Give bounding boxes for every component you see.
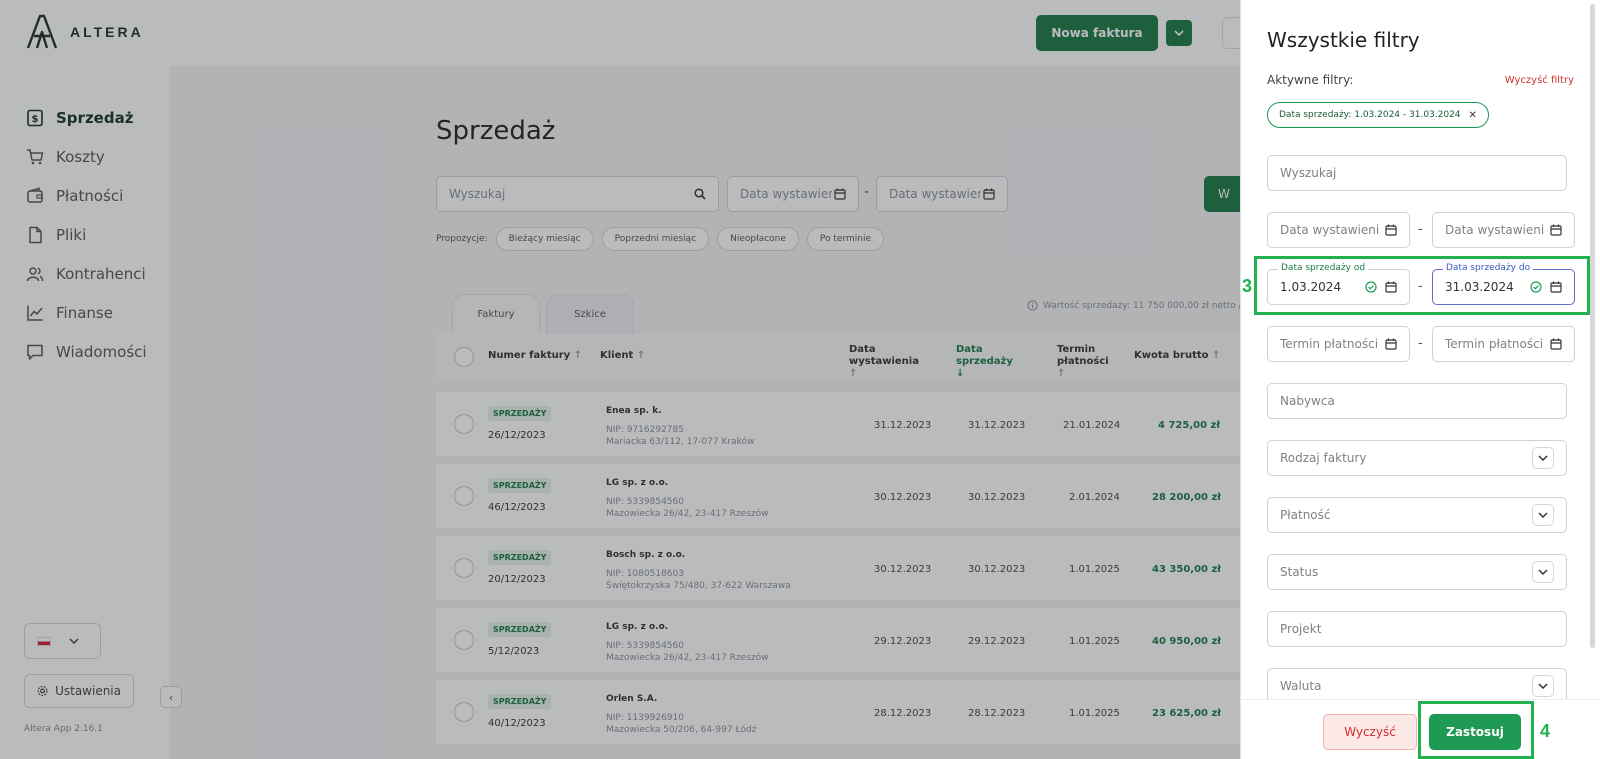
panel-scrollbar[interactable] bbox=[1590, 4, 1595, 648]
range-separator: - bbox=[1418, 222, 1423, 237]
filter-search-input[interactable]: Wyszukaj bbox=[1267, 155, 1567, 191]
placeholder: Rodzaj faktury bbox=[1280, 451, 1367, 465]
placeholder: Termin płatności do bbox=[1445, 337, 1545, 351]
calendar-icon bbox=[1550, 224, 1562, 236]
filter-payment-select[interactable]: Płatność bbox=[1267, 497, 1567, 533]
range-separator: - bbox=[1418, 336, 1423, 351]
chevron-down-icon bbox=[1532, 504, 1554, 526]
chevron-down-icon bbox=[1532, 561, 1554, 583]
filter-project-input[interactable]: Projekt bbox=[1267, 611, 1567, 647]
annotation-box-step-4 bbox=[1418, 701, 1534, 759]
calendar-icon bbox=[1385, 338, 1397, 350]
placeholder: Projekt bbox=[1280, 622, 1322, 636]
annotation-box-step-3 bbox=[1254, 256, 1590, 315]
placeholder: Data wystawienia bbox=[1280, 223, 1380, 237]
filter-status-select[interactable]: Status bbox=[1267, 554, 1567, 590]
placeholder: Nabywca bbox=[1280, 394, 1335, 408]
active-filters-label: Aktywne filtry: bbox=[1267, 73, 1354, 87]
placeholder: Waluta bbox=[1280, 679, 1322, 693]
annotation-step-4: 4 bbox=[1540, 721, 1551, 741]
placeholder: Płatność bbox=[1280, 508, 1331, 522]
placeholder: Status bbox=[1280, 565, 1319, 579]
placeholder: Data wystawienia bbox=[1445, 223, 1545, 237]
placeholder: Termin płatności od bbox=[1280, 337, 1380, 351]
close-icon[interactable]: ✕ bbox=[1469, 110, 1477, 121]
chevron-down-icon bbox=[1532, 447, 1554, 469]
chevron-down-icon bbox=[1532, 675, 1554, 697]
filter-due-date-to[interactable]: Termin płatności do bbox=[1432, 326, 1575, 362]
annotation-step-3: 3 bbox=[1242, 276, 1253, 296]
clear-button[interactable]: Wyczyść bbox=[1323, 714, 1417, 750]
filter-buyer-input[interactable]: Nabywca bbox=[1267, 383, 1567, 419]
calendar-icon bbox=[1550, 338, 1562, 350]
filter-issue-date-to[interactable]: Data wystawienia bbox=[1432, 212, 1575, 248]
active-filter-text: Data sprzedaży: 1.03.2024 - 31.03.2024 bbox=[1279, 110, 1461, 120]
modal-backdrop[interactable] bbox=[0, 0, 1240, 759]
filter-search-placeholder: Wyszukaj bbox=[1280, 166, 1337, 180]
filters-title: Wszystkie filtry bbox=[1267, 28, 1420, 52]
calendar-icon bbox=[1385, 224, 1397, 236]
filter-due-date-from[interactable]: Termin płatności od bbox=[1267, 326, 1410, 362]
filter-invoice-type-select[interactable]: Rodzaj faktury bbox=[1267, 440, 1567, 476]
active-filter-chip: Data sprzedaży: 1.03.2024 - 31.03.2024 ✕ bbox=[1267, 102, 1489, 128]
filters-panel: Wszystkie filtry Aktywne filtry: Wyczyść… bbox=[1240, 0, 1600, 759]
filter-issue-date-from[interactable]: Data wystawienia bbox=[1267, 212, 1410, 248]
clear-filters-link[interactable]: Wyczyść filtry bbox=[1505, 75, 1574, 86]
